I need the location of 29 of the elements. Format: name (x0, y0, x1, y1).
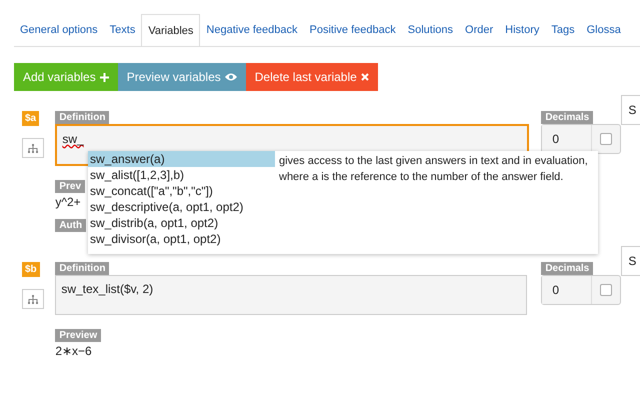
suggestion-item[interactable]: sw_alist([1,2,3],b) (88, 167, 275, 183)
tree-button[interactable] (22, 138, 44, 158)
delete-button[interactable]: Delete last variable (246, 63, 378, 91)
suggestion-item[interactable]: sw_concat(["a","b","c"]) (88, 183, 275, 199)
close-icon (360, 73, 369, 81)
definition-label: Definition (55, 111, 110, 124)
hierarchy-icon (28, 144, 38, 152)
hierarchy-icon (28, 294, 38, 304)
preview-text: 2∗x−6 (55, 344, 92, 358)
preview-label: Prev (55, 180, 86, 193)
side-button[interactable]: S (621, 95, 640, 125)
variable-name: $b (22, 262, 40, 277)
eye-icon (224, 73, 237, 81)
variable-name: $a (22, 111, 40, 126)
tab[interactable]: Variables (141, 14, 200, 46)
suggestion-item[interactable]: sw_descriptive(a, opt1, opt2) (88, 199, 275, 215)
decimals-label: Decimals (541, 111, 594, 124)
definition-label: Definition (55, 262, 110, 275)
decimals-label: Decimals (541, 262, 594, 275)
suggestion-item[interactable]: sw_answer(a) (88, 151, 275, 167)
definition-field[interactable]: sw_tex_list($v, 2) (55, 275, 528, 315)
preview-text: y^2+ (55, 195, 81, 209)
suggestion-item[interactable]: sw_divisor(a, opt1, opt2) (88, 231, 275, 247)
author-label: Auth (55, 219, 86, 232)
plus-icon (100, 72, 109, 82)
suggestion-item[interactable]: sw_distrib(a, opt1, opt2) (88, 215, 275, 231)
side-button[interactable]: S (621, 246, 640, 276)
tree-button[interactable] (22, 289, 44, 309)
preview-label: Preview (55, 329, 102, 342)
